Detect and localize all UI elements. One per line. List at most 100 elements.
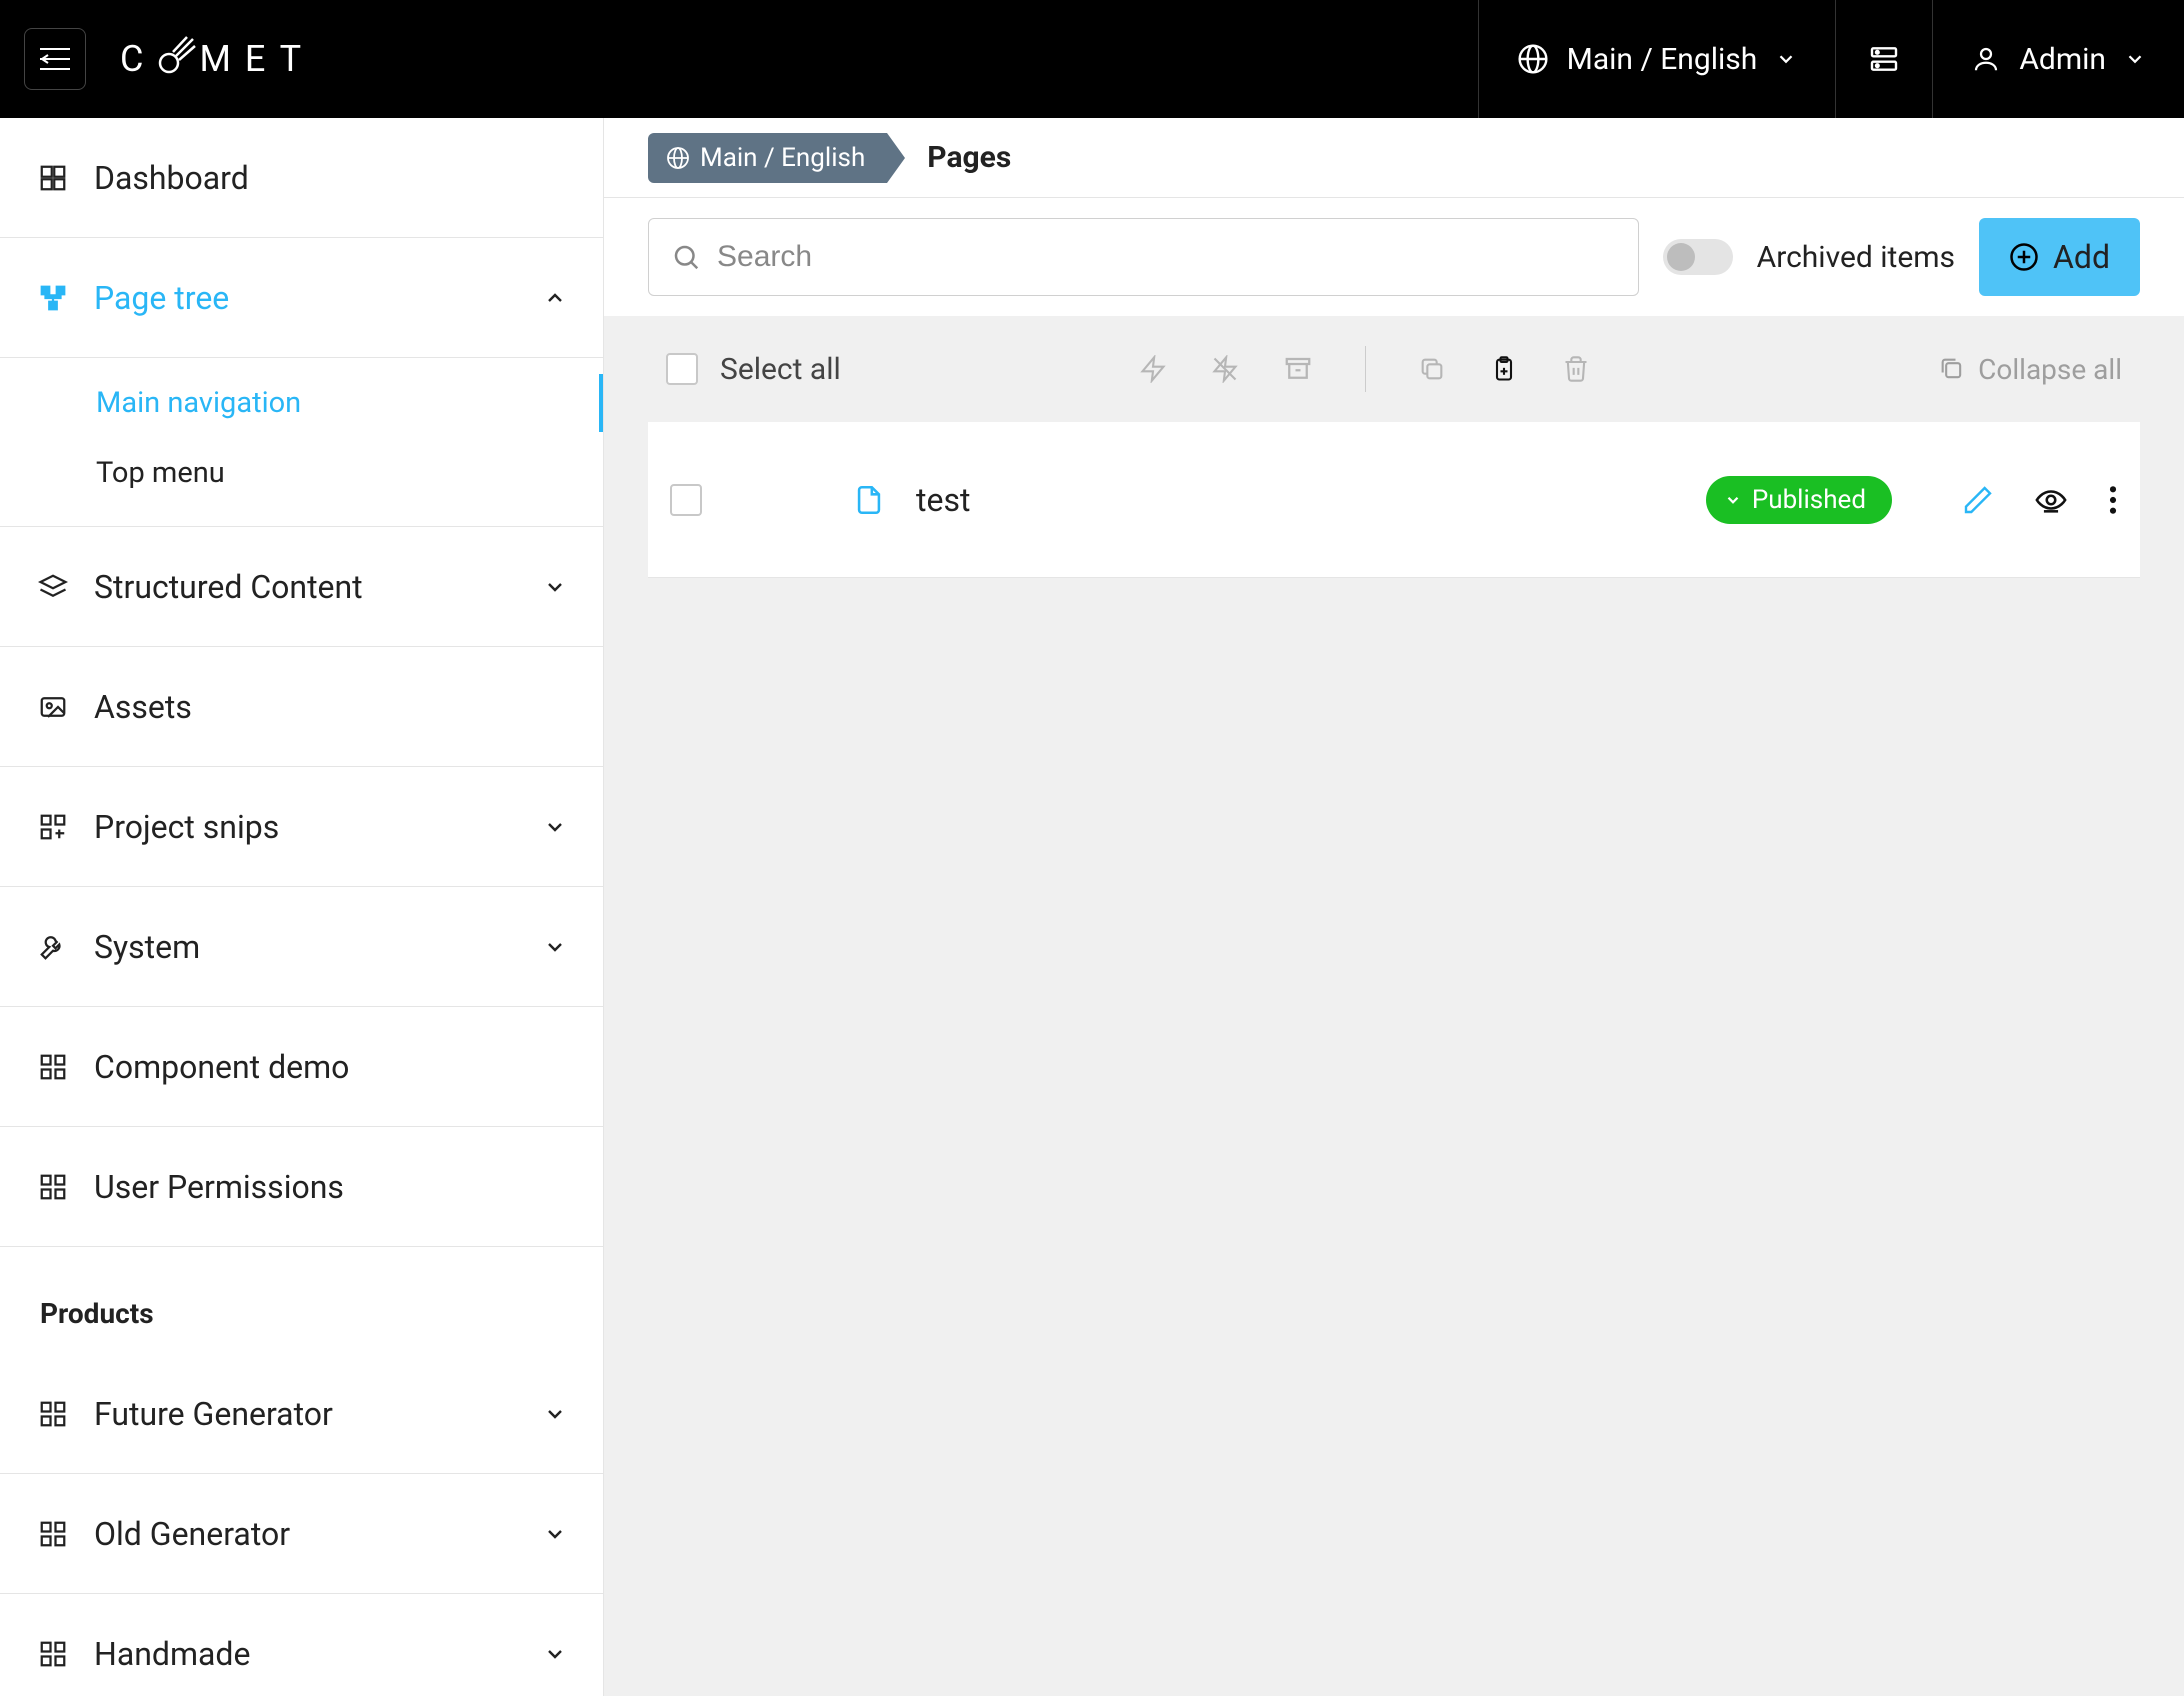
trash-icon [1562, 355, 1590, 383]
menu-collapse-icon [38, 45, 72, 73]
row-menu-button[interactable] [2108, 484, 2118, 516]
paste-button[interactable] [1490, 355, 1518, 383]
plus-circle-icon [2009, 242, 2039, 272]
chevron-down-icon [543, 935, 567, 959]
grid-icon [36, 1172, 70, 1202]
search-input[interactable] [717, 240, 1616, 274]
copy-button[interactable] [1418, 355, 1446, 383]
sidebar-item-label: Future Generator [94, 1395, 333, 1433]
sidebar-item-handmade[interactable]: Handmade [0, 1594, 603, 1696]
tree-icon [36, 283, 70, 313]
sidebar-sub-label: Top menu [96, 456, 225, 490]
edit-button[interactable] [1962, 484, 1994, 516]
sidebar-item-future-generator[interactable]: Future Generator [0, 1354, 603, 1474]
sidebar-sub-top-menu[interactable]: Top menu [0, 438, 603, 508]
table-row[interactable]: test Published [648, 422, 2140, 578]
dashboard-icon [36, 163, 70, 193]
topbar: C MET Main / English Admin [0, 0, 2184, 118]
divider [1365, 346, 1366, 392]
sidebar-item-structured-content[interactable]: Structured Content [0, 527, 603, 647]
publish-button[interactable] [1139, 355, 1167, 383]
user-menu[interactable]: Admin [1932, 0, 2184, 118]
status-badge[interactable]: Published [1706, 476, 1892, 524]
brand: C MET [120, 38, 315, 80]
preview-icon [2034, 483, 2068, 517]
copy-icon [1418, 355, 1446, 383]
chevron-down-icon [543, 815, 567, 839]
sidebar-item-label: Handmade [94, 1635, 250, 1673]
user-icon [1971, 44, 2001, 74]
sidebar-item-label: Old Generator [94, 1515, 290, 1553]
toolbar: Archived items Add [604, 198, 2184, 316]
search-box[interactable] [648, 218, 1639, 296]
grid-icon [36, 812, 70, 842]
comet-logo-icon [157, 35, 197, 75]
sidebar-item-label: Dashboard [94, 159, 249, 197]
sidebar-item-label: Project snips [94, 808, 279, 846]
chevron-down-icon [543, 1642, 567, 1666]
globe-icon [666, 146, 690, 170]
sidebar-item-user-permissions[interactable]: User Permissions [0, 1127, 603, 1247]
sidebar-heading-products: Products [0, 1247, 603, 1354]
sidebar-item-label: Structured Content [94, 568, 363, 606]
sidebar-item-old-generator[interactable]: Old Generator [0, 1474, 603, 1594]
unpublish-button[interactable] [1211, 355, 1239, 383]
collapse-icon [1938, 355, 1966, 383]
chevron-down-icon [2124, 48, 2146, 70]
sidebar: Dashboard Page tree Main navigation Top … [0, 118, 604, 1696]
collapse-all-button[interactable]: Collapse all [1938, 353, 2122, 386]
locale-switcher[interactable]: Main / English [1478, 0, 1836, 118]
preview-button[interactable] [2034, 483, 2068, 517]
lightning-off-icon [1211, 355, 1239, 383]
lightning-icon [1139, 355, 1167, 383]
user-label: Admin [2019, 42, 2106, 77]
sidebar-item-label: Assets [94, 688, 192, 726]
grid-icon [36, 1399, 70, 1429]
breadcrumb: Main / English Pages [604, 118, 2184, 198]
collapse-sidebar-button[interactable] [24, 28, 86, 90]
chevron-down-icon [1724, 491, 1742, 509]
chevron-down-icon [543, 1402, 567, 1426]
chevron-down-icon [1775, 48, 1797, 70]
page-list: test Published [648, 422, 2140, 578]
chevron-up-icon [543, 286, 567, 310]
selection-bar: Select all [648, 316, 2140, 422]
breadcrumb-current: Pages [927, 140, 1011, 175]
sidebar-item-label: User Permissions [94, 1168, 344, 1206]
delete-button[interactable] [1562, 355, 1590, 383]
chevron-down-icon [543, 1522, 567, 1546]
archived-label: Archived items [1757, 240, 1955, 275]
grid-icon [36, 1639, 70, 1669]
add-button[interactable]: Add [1979, 218, 2140, 296]
breadcrumb-scope-chip[interactable]: Main / English [648, 133, 887, 183]
wrench-icon [36, 932, 70, 962]
globe-icon [1517, 43, 1549, 75]
sidebar-item-label: System [94, 928, 200, 966]
breadcrumb-scope-label: Main / English [700, 143, 865, 173]
more-vertical-icon [2108, 484, 2118, 516]
page-icon [852, 483, 886, 517]
sidebar-item-system[interactable]: System [0, 887, 603, 1007]
collapse-all-label: Collapse all [1978, 353, 2122, 386]
archive-button[interactable] [1283, 354, 1313, 384]
select-all-label: Select all [720, 352, 841, 387]
row-checkbox[interactable] [670, 484, 702, 516]
sidebar-item-dashboard[interactable]: Dashboard [0, 118, 603, 238]
search-icon [671, 242, 701, 272]
layers-icon [36, 572, 70, 602]
add-button-label: Add [2053, 238, 2110, 276]
stack-icon [1868, 43, 1900, 75]
sidebar-sub-main-navigation[interactable]: Main navigation [0, 368, 603, 438]
archived-toggle[interactable] [1663, 239, 1733, 275]
select-all-checkbox[interactable] [666, 353, 698, 385]
content: Main / English Pages Archived items Add … [604, 118, 2184, 1696]
build-status-button[interactable] [1835, 0, 1932, 118]
sidebar-item-project-snips[interactable]: Project snips [0, 767, 603, 887]
chevron-down-icon [543, 575, 567, 599]
sidebar-item-page-tree[interactable]: Page tree [0, 238, 603, 358]
status-label: Published [1752, 485, 1866, 515]
row-title: test [916, 481, 970, 519]
archive-icon [1283, 354, 1313, 384]
sidebar-item-assets[interactable]: Assets [0, 647, 603, 767]
sidebar-item-component-demo[interactable]: Component demo [0, 1007, 603, 1127]
